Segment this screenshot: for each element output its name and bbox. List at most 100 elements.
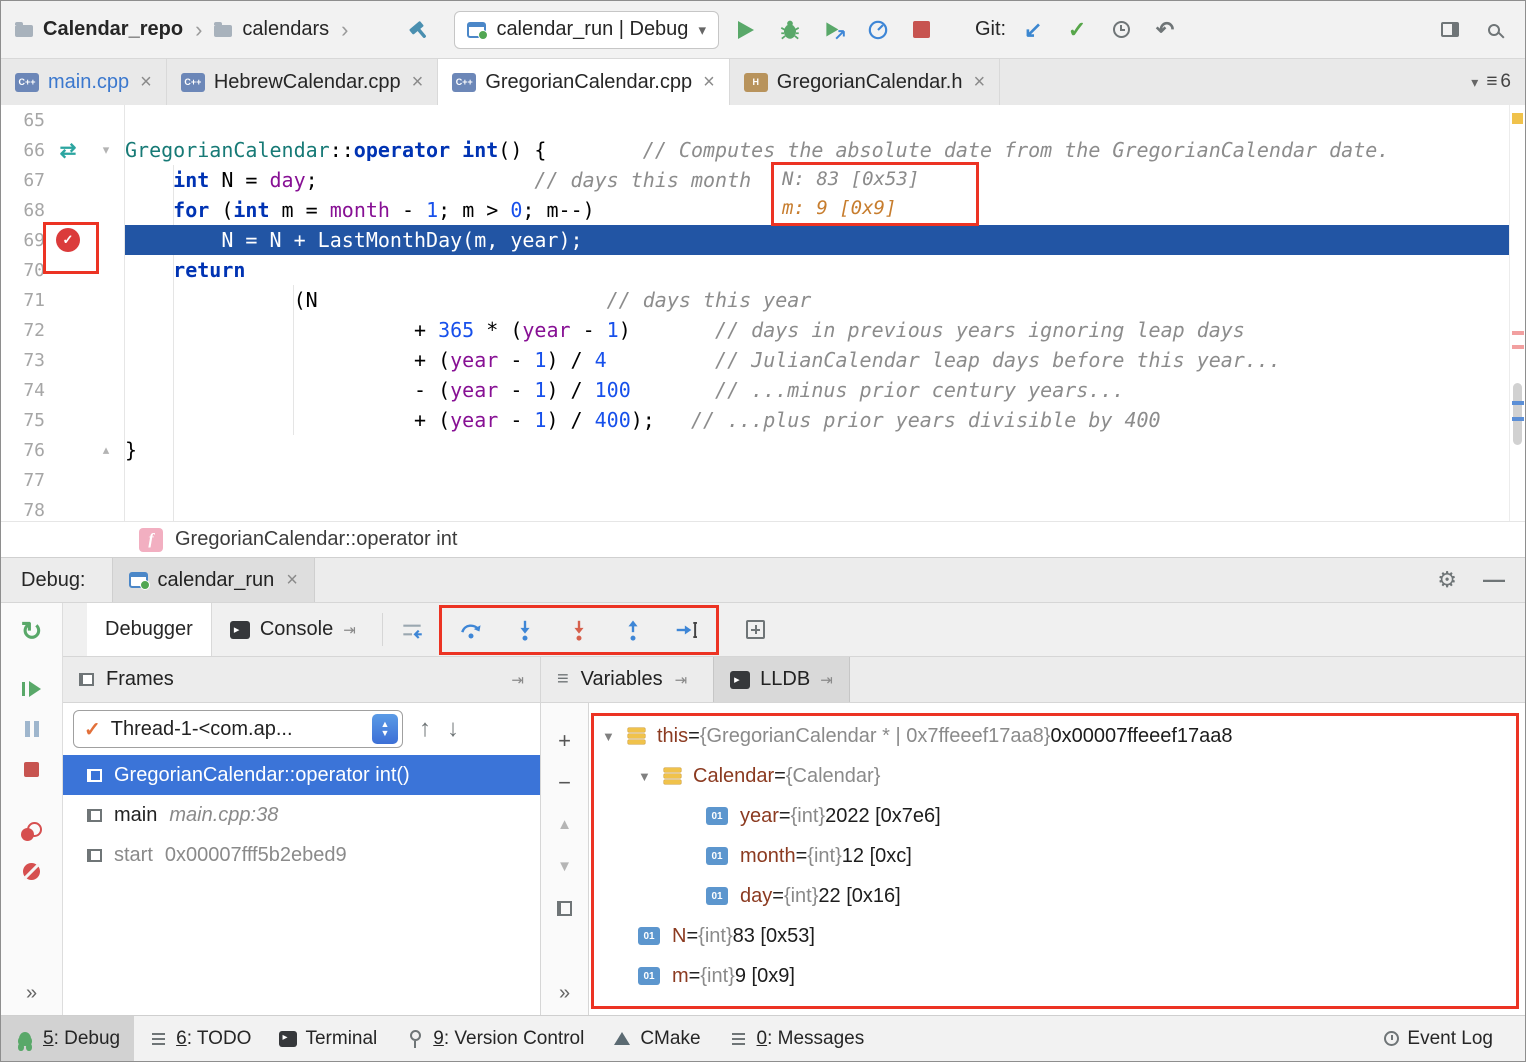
breadcrumb-function[interactable]: GregorianCalendar::operator int [175, 528, 457, 551]
stripe-mark[interactable] [1512, 113, 1523, 124]
variable-row[interactable]: ▼this = {GregorianCalendar * | 0x7ffeeef… [594, 716, 1516, 756]
frame-row[interactable]: start0x00007fff5b2ebed9 [63, 835, 540, 875]
step-into-button[interactable] [504, 609, 546, 651]
recursive-call-icon[interactable]: ⇄ [60, 138, 77, 163]
tabs-dropdown-icon[interactable]: ▾ [1471, 74, 1478, 91]
frames-header[interactable]: Frames ⇥ [63, 657, 541, 702]
fold-marker-icon[interactable]: ▾ [103, 142, 110, 158]
debug-button[interactable] [773, 13, 807, 47]
hide-panel-icon[interactable]: ⇥ [511, 671, 524, 689]
rollback-button[interactable]: ↶ [1148, 13, 1182, 47]
statusbar-item-debug[interactable]: 5: Debug [1, 1016, 134, 1061]
minimize-icon[interactable]: — [1483, 567, 1505, 593]
run-to-cursor-button[interactable] [666, 609, 708, 651]
close-icon[interactable]: × [140, 71, 152, 94]
breadcrumb-folder[interactable]: calendars [242, 18, 329, 41]
editor-tab[interactable]: C++GregorianCalendar.cpp× [438, 59, 729, 105]
layout-button[interactable] [1433, 13, 1467, 47]
line-number: 66 [1, 140, 45, 161]
force-step-into-button[interactable] [558, 609, 600, 651]
editor-gutter[interactable]: 6566⇄▾676869✓70717273747576▴7778 [1, 105, 125, 521]
next-frame-button[interactable]: ↓ [447, 715, 459, 743]
close-icon[interactable]: × [412, 71, 424, 94]
debug-main: Debugger Console ⇥ [63, 603, 1525, 1015]
thread-spinner[interactable]: ▲ ▼ [372, 714, 398, 744]
tab-console[interactable]: Console ⇥ [212, 603, 374, 656]
error-stripe[interactable] [1509, 105, 1525, 521]
main-toolbar: Calendar_repo › calendars › calendar_run… [1, 1, 1525, 59]
profiler-button[interactable] [861, 13, 895, 47]
show-execution-point-button[interactable] [391, 609, 433, 651]
run-config-selector[interactable]: calendar_run | Debug ▾ [454, 11, 719, 49]
variable-row[interactable]: 01day = {int} 22 [0x16] [594, 876, 1516, 916]
statusbar-item-terminal[interactable]: Terminal [265, 1016, 391, 1061]
stripe-mark[interactable] [1512, 401, 1524, 405]
close-icon[interactable]: × [703, 71, 715, 94]
evaluate-expression-button[interactable] [735, 609, 777, 651]
expander-icon[interactable]: ▼ [602, 729, 628, 744]
close-icon[interactable]: × [286, 569, 298, 592]
duplicate-watch-button[interactable] [557, 899, 572, 919]
fold-marker-icon[interactable]: ▴ [103, 442, 110, 458]
clock-icon [1113, 21, 1130, 38]
run-with-profiler-button[interactable] [817, 13, 851, 47]
stripe-mark[interactable] [1512, 345, 1524, 349]
hide-panel-icon[interactable]: ⇥ [675, 671, 688, 689]
resume-button[interactable] [12, 669, 52, 709]
rerun-button[interactable]: ↻ [12, 611, 52, 651]
stop-button[interactable] [905, 13, 939, 47]
frame-row[interactable]: GregorianCalendar::operator int() [63, 755, 540, 795]
more-icon[interactable]: » [26, 982, 37, 1005]
mnemonic: 9 [433, 1028, 444, 1049]
mute-breakpoints-button[interactable] [12, 851, 52, 891]
stop-debug-button[interactable] [12, 749, 52, 789]
hidden-tabs-button[interactable]: ≡6 [1486, 71, 1511, 93]
scrollbar-thumb[interactable] [1513, 383, 1522, 445]
editor-tab[interactable]: HGregorianCalendar.h× [730, 59, 1000, 105]
settings-gear-icon[interactable]: ⚙ [1437, 567, 1457, 593]
stripe-mark[interactable] [1512, 417, 1524, 421]
step-out-button[interactable] [612, 609, 654, 651]
code-line-73: + (year - 1) / 4 // JulianCalendar leap … [125, 345, 1509, 375]
statusbar-item-messages[interactable]: 0: Messages [715, 1016, 879, 1061]
previous-frame-button[interactable]: ↑ [419, 715, 431, 743]
variable-row[interactable]: 01m = {int} 9 [0x9] [594, 956, 1516, 996]
statusbar-item-event-log[interactable]: Event Log [1370, 1016, 1507, 1061]
variable-row[interactable]: ▼Calendar = {Calendar} [594, 756, 1516, 796]
run-button[interactable] [729, 13, 763, 47]
commit-button[interactable]: ✓ [1060, 13, 1094, 47]
move-up-button[interactable]: ▲ [557, 815, 572, 835]
more-icon[interactable]: » [559, 982, 570, 1005]
editor-tab[interactable]: C++HebrewCalendar.cpp× [167, 59, 438, 105]
breadcrumb-project[interactable]: Calendar_repo [43, 18, 183, 41]
expander-icon[interactable]: ▼ [638, 769, 664, 784]
debug-session-tab[interactable]: calendar_run × [112, 558, 315, 602]
thread-selector-label: Thread-1-<com.ap... [111, 718, 362, 741]
variables-header[interactable]: ≡ Variables ⇥ LLDB ⇥ [541, 657, 1525, 702]
statusbar-item-todo[interactable]: 6: TODO [134, 1016, 265, 1061]
thread-selector[interactable]: ✓ Thread-1-<com.ap... ▲ ▼ [73, 710, 403, 748]
editor-tab[interactable]: C++main.cpp× [1, 59, 167, 105]
tab-debugger[interactable]: Debugger [87, 603, 212, 656]
step-over-button[interactable] [450, 609, 492, 651]
add-watch-button[interactable]: + [558, 731, 571, 751]
variable-row[interactable]: 01year = {int} 2022 [0x7e6] [594, 796, 1516, 836]
statusbar-item-version-control[interactable]: 9: Version Control [391, 1016, 598, 1061]
history-button[interactable] [1104, 13, 1138, 47]
update-project-button[interactable]: ↙ [1016, 13, 1050, 47]
code-area[interactable]: GregorianCalendar::operator int() { // C… [125, 105, 1509, 521]
stripe-mark[interactable] [1512, 331, 1524, 335]
pause-button[interactable] [12, 709, 52, 749]
variable-row[interactable]: 01month = {int} 12 [0xc] [594, 836, 1516, 876]
tab-lldb[interactable]: LLDB ⇥ [713, 657, 850, 702]
frame-row[interactable]: mainmain.cpp:38 [63, 795, 540, 835]
search-everywhere-button[interactable] [1477, 13, 1511, 47]
variable-row[interactable]: 01N = {int} 83 [0x53] [594, 916, 1516, 956]
remove-watch-button[interactable]: − [558, 773, 571, 793]
build-button[interactable] [402, 13, 436, 47]
close-icon[interactable]: × [973, 71, 985, 94]
move-down-button[interactable]: ▼ [557, 857, 572, 877]
statusbar-item-cmake[interactable]: CMake [598, 1016, 714, 1061]
equals-sign: = [772, 885, 784, 908]
view-breakpoints-button[interactable] [12, 811, 52, 851]
